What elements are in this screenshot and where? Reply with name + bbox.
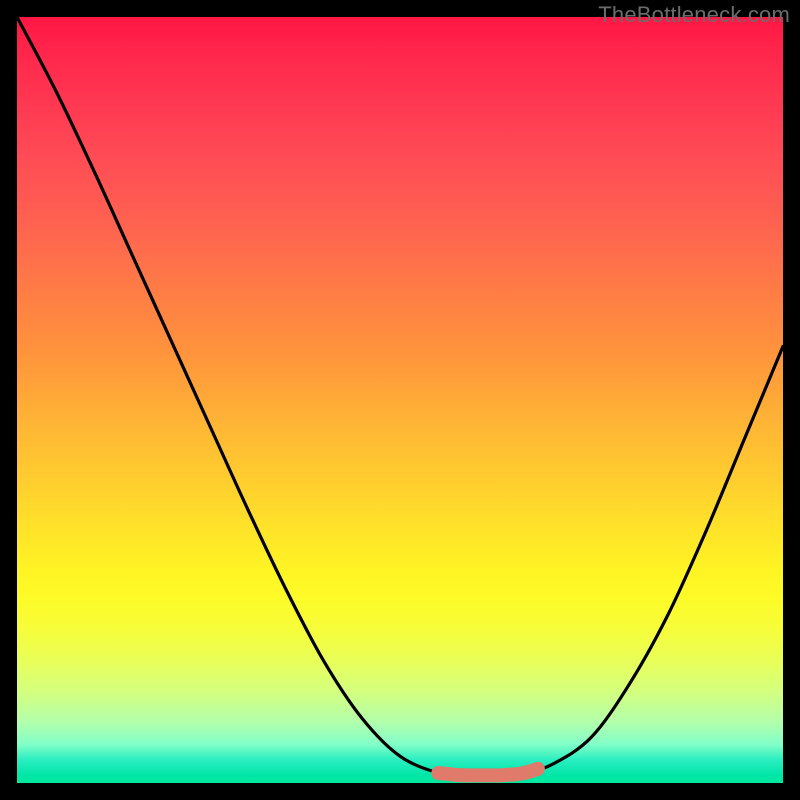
watermark-text: TheBottleneck.com <box>598 2 790 28</box>
curve-path <box>17 17 783 776</box>
plot-area <box>17 17 783 783</box>
curve-highlight <box>438 769 538 776</box>
bottleneck-curve <box>17 17 783 783</box>
chart-frame: TheBottleneck.com <box>0 0 800 800</box>
